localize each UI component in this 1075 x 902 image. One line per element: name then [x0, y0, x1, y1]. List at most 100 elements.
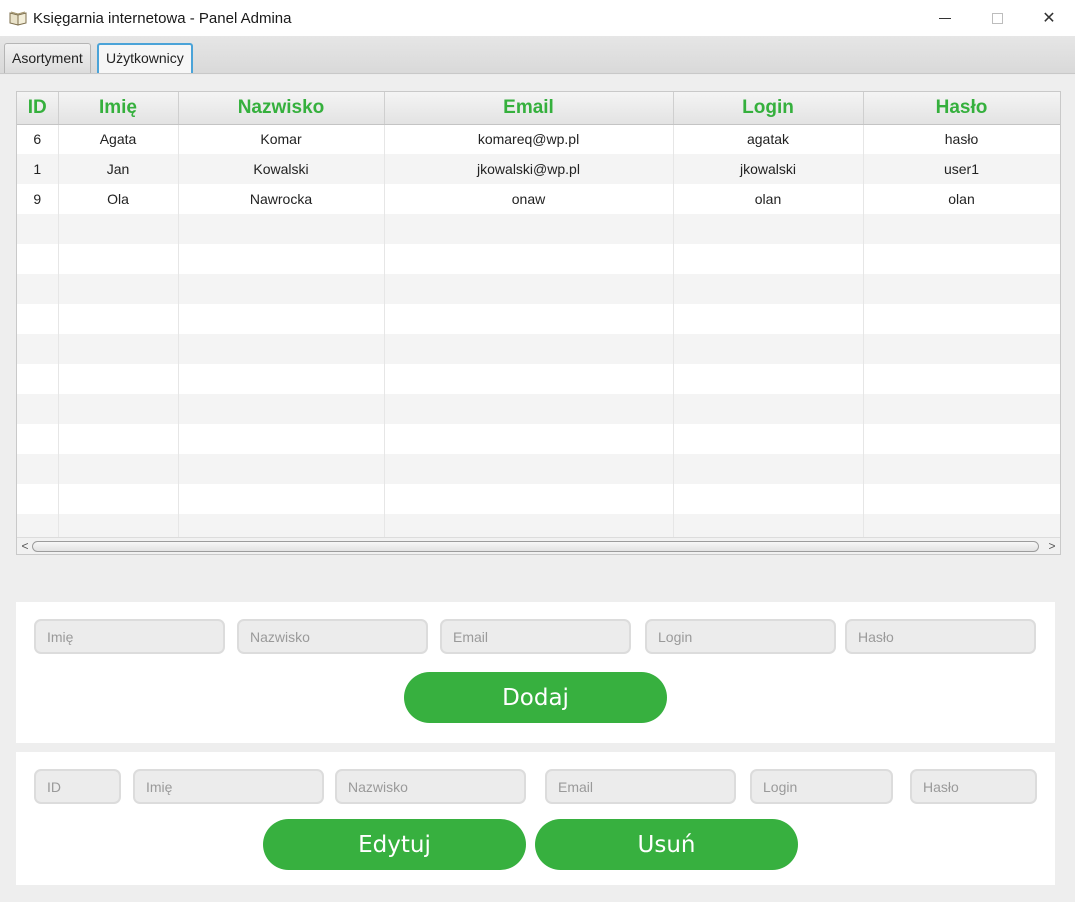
scrollbar-thumb[interactable]	[32, 541, 1039, 552]
column-header-login[interactable]: Login	[673, 92, 864, 125]
add-nazwisko-field[interactable]	[237, 619, 428, 654]
empty-cell	[863, 424, 1060, 454]
empty-cell	[384, 244, 674, 274]
empty-cell	[384, 304, 674, 334]
empty-table-row	[17, 364, 1060, 394]
empty-cell	[58, 214, 179, 244]
add-email-field[interactable]	[440, 619, 631, 654]
empty-cell	[863, 484, 1060, 514]
empty-cell	[673, 274, 864, 304]
empty-cell	[673, 484, 864, 514]
tab-bar: Asortyment Użytkownicy	[0, 36, 1075, 74]
add-imie-field[interactable]	[34, 619, 225, 654]
maximize-button[interactable]	[971, 0, 1023, 36]
empty-cell	[17, 214, 59, 244]
cell-login: agatak	[673, 124, 864, 154]
empty-cell	[384, 334, 674, 364]
cell-id: 1	[17, 154, 59, 184]
empty-cell	[178, 484, 385, 514]
users-table: ID Imię Nazwisko Email Login Hasło 6 Aga…	[16, 91, 1061, 555]
empty-cell	[58, 424, 179, 454]
cell-haslo: olan	[863, 184, 1060, 214]
empty-cell	[58, 334, 179, 364]
column-header-imie[interactable]: Imię	[58, 92, 179, 125]
column-header-haslo[interactable]: Hasło	[863, 92, 1060, 125]
empty-cell	[863, 394, 1060, 424]
empty-cell	[673, 244, 864, 274]
empty-cell	[58, 454, 179, 484]
edit-button[interactable]: Edytuj	[263, 819, 526, 870]
empty-cell	[178, 364, 385, 394]
cell-email: onaw	[384, 184, 674, 214]
tab-asortyment[interactable]: Asortyment	[4, 43, 91, 73]
empty-cell	[384, 394, 674, 424]
empty-cell	[863, 334, 1060, 364]
maximize-icon	[991, 12, 1003, 24]
edit-imie-field[interactable]	[133, 769, 324, 804]
book-icon	[9, 10, 27, 26]
table-row[interactable]: 9 Ola Nawrocka onaw olan olan	[17, 184, 1060, 214]
empty-cell	[178, 394, 385, 424]
delete-button[interactable]: Usuń	[535, 819, 798, 870]
close-button[interactable]: ✕	[1023, 0, 1075, 36]
empty-cell	[384, 484, 674, 514]
empty-table-row	[17, 484, 1060, 514]
window-title: Księgarnia internetowa - Panel Admina	[33, 9, 292, 27]
empty-cell	[863, 454, 1060, 484]
cell-id: 9	[17, 184, 59, 214]
empty-cell	[58, 364, 179, 394]
empty-cell	[673, 454, 864, 484]
edit-haslo-field[interactable]	[910, 769, 1037, 804]
cell-imie: Ola	[58, 184, 179, 214]
cell-nazwisko: Nawrocka	[178, 184, 385, 214]
edit-email-field[interactable]	[545, 769, 736, 804]
table-header-row: ID Imię Nazwisko Email Login Hasło	[17, 92, 1060, 125]
empty-cell	[17, 304, 59, 334]
add-button[interactable]: Dodaj	[404, 672, 667, 723]
empty-cell	[58, 274, 179, 304]
tab-uzytkownicy[interactable]: Użytkownicy	[97, 43, 193, 73]
empty-cell	[17, 484, 59, 514]
empty-cell	[673, 394, 864, 424]
minimize-button[interactable]	[919, 0, 971, 36]
edit-user-panel: Edytuj Usuń	[16, 752, 1055, 885]
table-row[interactable]: 6 Agata Komar komareq@wp.pl agatak hasło	[17, 124, 1060, 154]
edit-id-field[interactable]	[34, 769, 121, 804]
column-header-id[interactable]: ID	[17, 92, 59, 125]
empty-cell	[863, 214, 1060, 244]
column-header-email[interactable]: Email	[384, 92, 674, 125]
cell-imie: Jan	[58, 154, 179, 184]
empty-cell	[178, 334, 385, 364]
edit-nazwisko-field[interactable]	[335, 769, 526, 804]
empty-cell	[58, 304, 179, 334]
table-row[interactable]: 1 Jan Kowalski jkowalski@wp.pl jkowalski…	[17, 154, 1060, 184]
empty-cell	[384, 214, 674, 244]
cell-login: jkowalski	[673, 154, 864, 184]
empty-cell	[863, 244, 1060, 274]
empty-cell	[58, 484, 179, 514]
scroll-right-icon[interactable]: >	[1045, 539, 1059, 553]
empty-table-row	[17, 214, 1060, 244]
empty-cell	[17, 454, 59, 484]
empty-table-row	[17, 454, 1060, 484]
add-login-field[interactable]	[645, 619, 836, 654]
cell-id: 6	[17, 124, 59, 154]
empty-table-row	[17, 304, 1060, 334]
cell-email: jkowalski@wp.pl	[384, 154, 674, 184]
column-header-nazwisko[interactable]: Nazwisko	[178, 92, 385, 125]
horizontal-scrollbar[interactable]: < >	[17, 537, 1060, 554]
empty-cell	[673, 424, 864, 454]
empty-cell	[17, 334, 59, 364]
edit-login-field[interactable]	[750, 769, 893, 804]
scroll-left-icon[interactable]: <	[18, 539, 32, 553]
cell-email: komareq@wp.pl	[384, 124, 674, 154]
empty-cell	[17, 274, 59, 304]
empty-cell	[178, 244, 385, 274]
add-haslo-field[interactable]	[845, 619, 1036, 654]
empty-table-row	[17, 334, 1060, 364]
empty-cell	[17, 394, 59, 424]
cell-imie: Agata	[58, 124, 179, 154]
title-bar: Księgarnia internetowa - Panel Admina ✕	[0, 0, 1075, 36]
empty-cell	[58, 244, 179, 274]
empty-cell	[178, 274, 385, 304]
